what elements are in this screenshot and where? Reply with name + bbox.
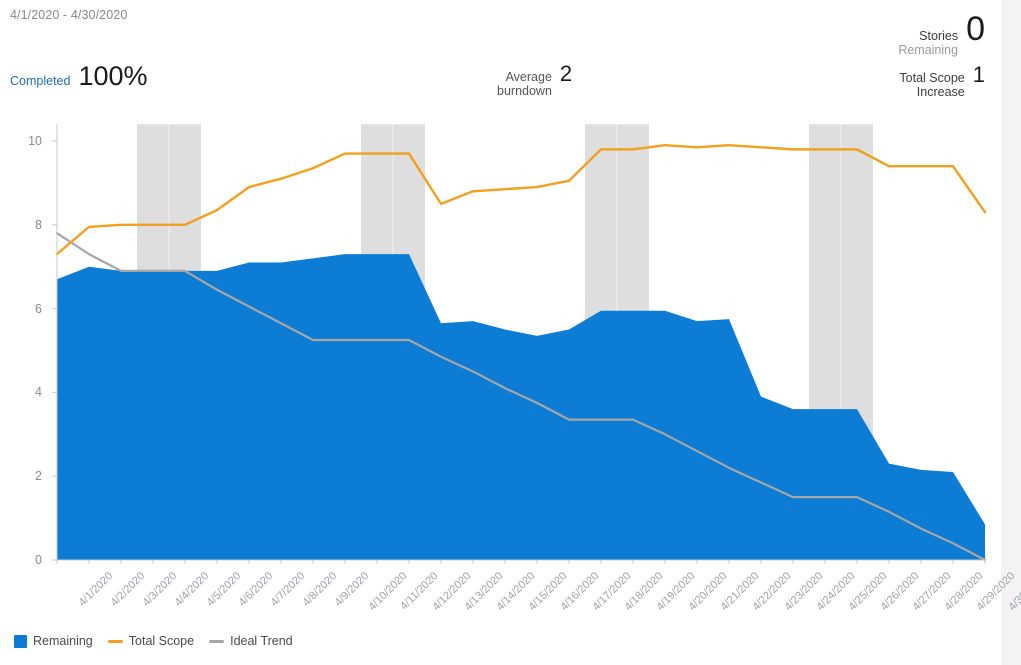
legend-item[interactable]: Remaining bbox=[14, 634, 93, 648]
burndown-report-page: 4/1/2020 - 4/30/2020 Completed 100% Aver… bbox=[0, 0, 1021, 665]
legend-item[interactable]: Total Scope bbox=[107, 634, 195, 648]
chart-legend: Remaining Total Scope Ideal Trend bbox=[14, 634, 299, 648]
legend-item-label: Ideal Trend bbox=[230, 634, 293, 648]
legend-line-swatch-icon bbox=[107, 639, 123, 643]
burndown-chart[interactable] bbox=[0, 0, 1021, 600]
legend-item-label: Total Scope bbox=[128, 634, 195, 648]
legend-square-swatch-icon bbox=[14, 634, 27, 648]
legend-item[interactable]: Ideal Trend bbox=[209, 634, 293, 648]
legend-line-swatch-icon bbox=[209, 639, 225, 643]
legend-item-label: Remaining bbox=[33, 634, 93, 648]
